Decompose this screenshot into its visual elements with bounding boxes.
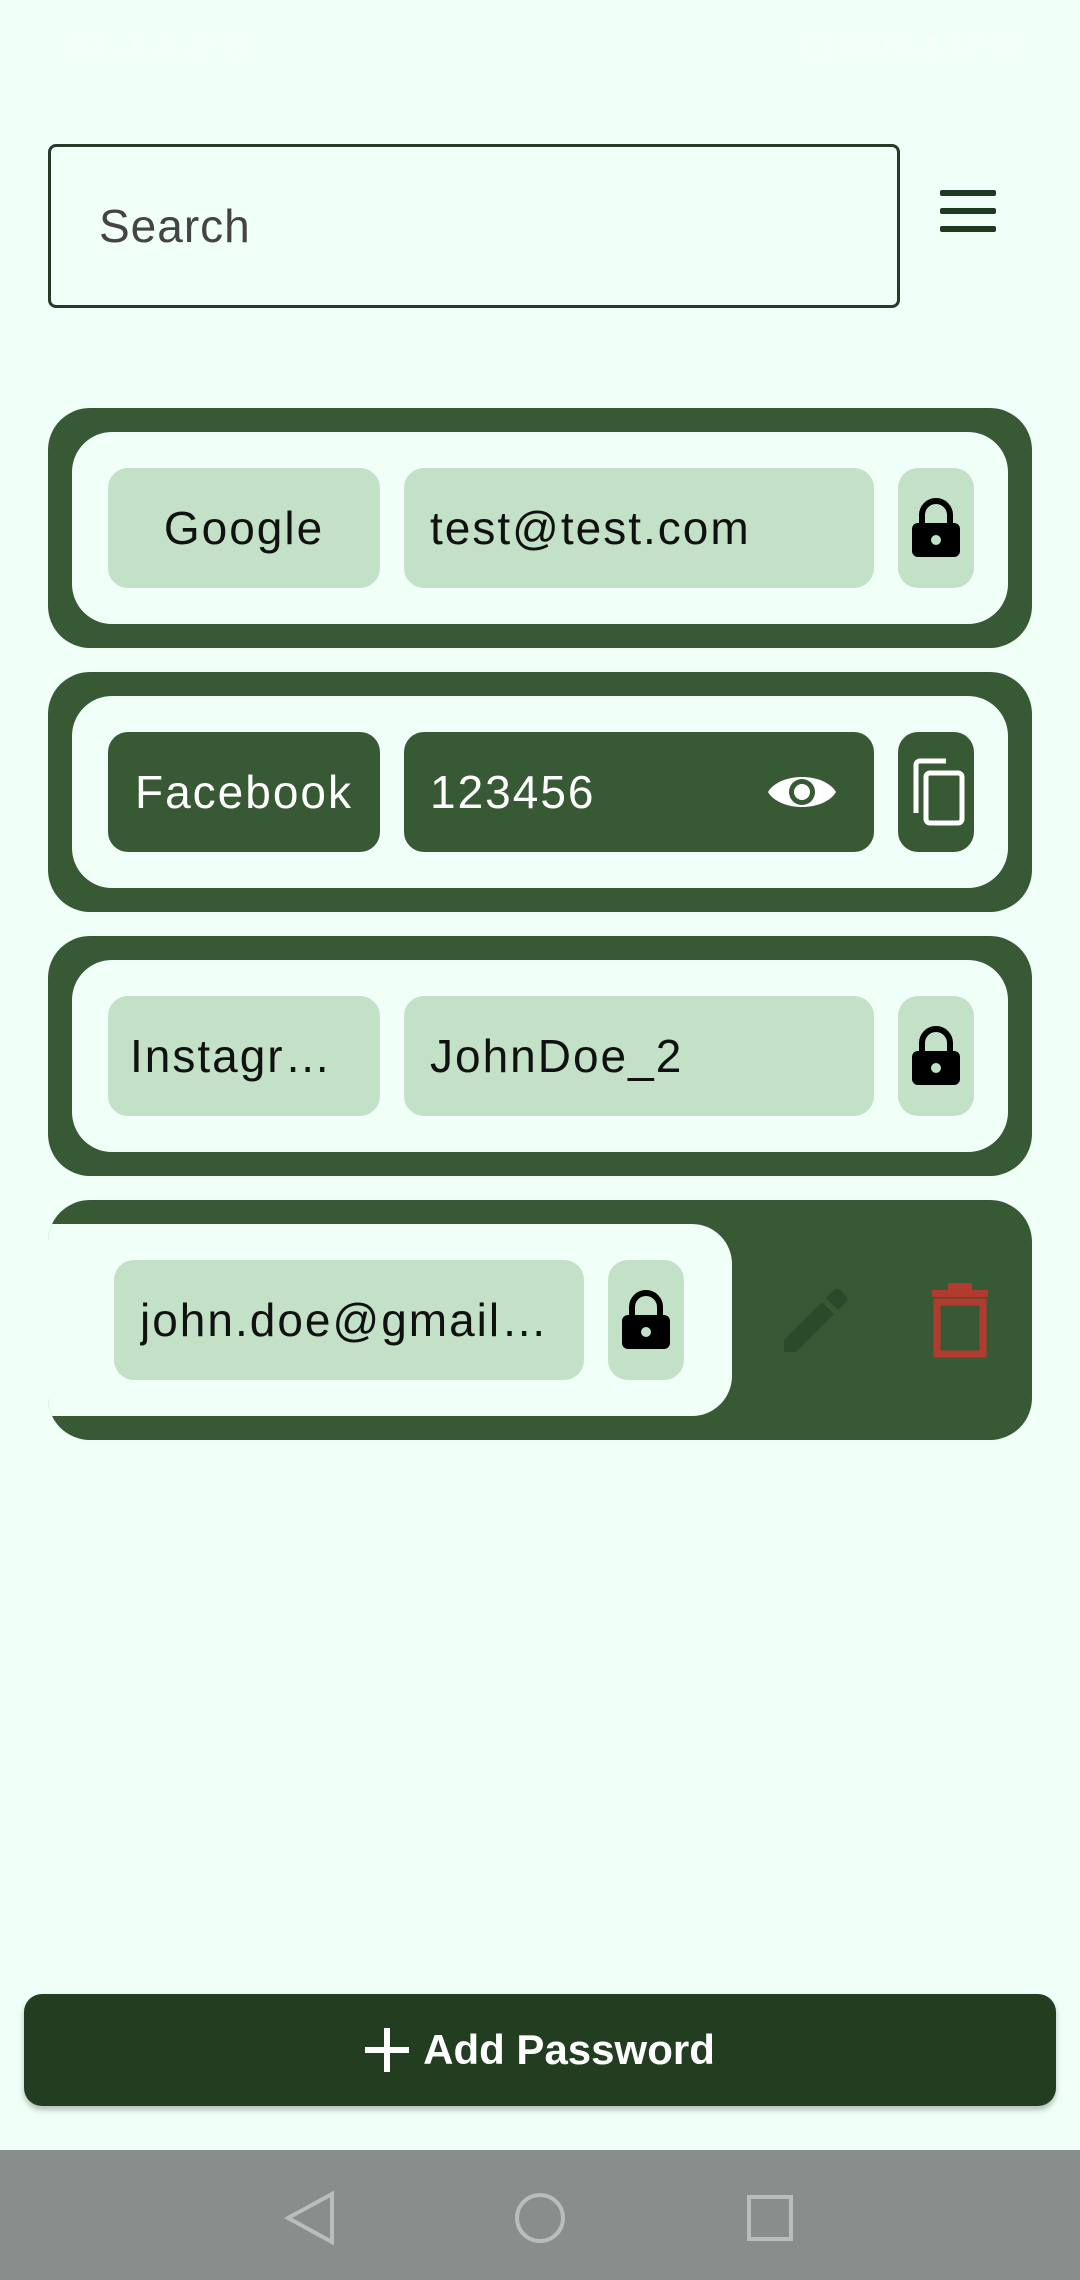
- card-inner: Facebook 123456: [72, 696, 1008, 888]
- eye-icon[interactable]: [766, 768, 838, 816]
- status-bar: 4G .ıll ⚠ ◎ ◷ ▢ 100% ▮ 17:47: [0, 0, 1080, 90]
- plus-icon: [365, 2028, 410, 2072]
- home-icon[interactable]: [510, 2188, 570, 2248]
- password-card[interactable]: Instagr… JohnDoe_2: [48, 936, 1032, 1176]
- add-password-label: Add Password: [423, 2026, 715, 2073]
- copy-icon: [913, 758, 965, 826]
- site-chip[interactable]: Google: [108, 468, 380, 588]
- password-card-swiped[interactable]: ter john.doe@gmail…: [48, 1200, 1032, 1440]
- lock-icon: [912, 1026, 960, 1085]
- card-inner: Instagr… JohnDoe_2: [72, 960, 1008, 1152]
- site-chip[interactable]: Facebook: [108, 732, 380, 852]
- copy-button[interactable]: [898, 732, 974, 852]
- delete-button[interactable]: [912, 1272, 1008, 1368]
- add-password-button[interactable]: Add Password: [24, 1994, 1056, 2106]
- site-label: Instagr…: [130, 1030, 333, 1082]
- password-card[interactable]: Facebook 123456: [48, 672, 1032, 912]
- menu-icon[interactable]: [936, 190, 1002, 242]
- lock-button[interactable]: [898, 996, 974, 1116]
- edit-icon: [784, 1288, 848, 1352]
- credential-value: test@test.com: [430, 502, 751, 554]
- search-input[interactable]: [51, 147, 897, 305]
- delete-icon: [932, 1283, 988, 1358]
- lock-icon: [622, 1290, 670, 1349]
- password-card[interactable]: Google test@test.com: [48, 408, 1032, 648]
- search-field[interactable]: [48, 144, 900, 308]
- lock-button[interactable]: [898, 468, 974, 588]
- card-inner: ter john.doe@gmail…: [48, 1224, 732, 1416]
- password-value: 123456: [430, 766, 596, 818]
- status-left: 4G .ıll ⚠ ◎ ◷: [66, 29, 249, 62]
- recents-icon[interactable]: [740, 2188, 800, 2248]
- site-label: Facebook: [134, 766, 353, 818]
- card-inner: Google test@test.com: [72, 432, 1008, 624]
- edit-button[interactable]: [768, 1272, 864, 1368]
- status-right: ▢ 100% ▮ 17:47: [802, 29, 1024, 62]
- credential-value: john.doe@gmail…: [140, 1294, 550, 1346]
- password-chip[interactable]: 123456: [404, 732, 874, 852]
- site-label: Google: [163, 502, 325, 554]
- credential-chip[interactable]: JohnDoe_2: [404, 996, 874, 1116]
- credential-chip[interactable]: john.doe@gmail…: [114, 1260, 584, 1380]
- credential-value: JohnDoe_2: [430, 1030, 684, 1082]
- lock-icon: [912, 498, 960, 557]
- navigation-bar: [0, 2150, 1080, 2280]
- back-icon[interactable]: [280, 2188, 340, 2248]
- credential-chip[interactable]: test@test.com: [404, 468, 874, 588]
- site-chip[interactable]: Instagr…: [108, 996, 380, 1116]
- lock-button[interactable]: [608, 1260, 684, 1380]
